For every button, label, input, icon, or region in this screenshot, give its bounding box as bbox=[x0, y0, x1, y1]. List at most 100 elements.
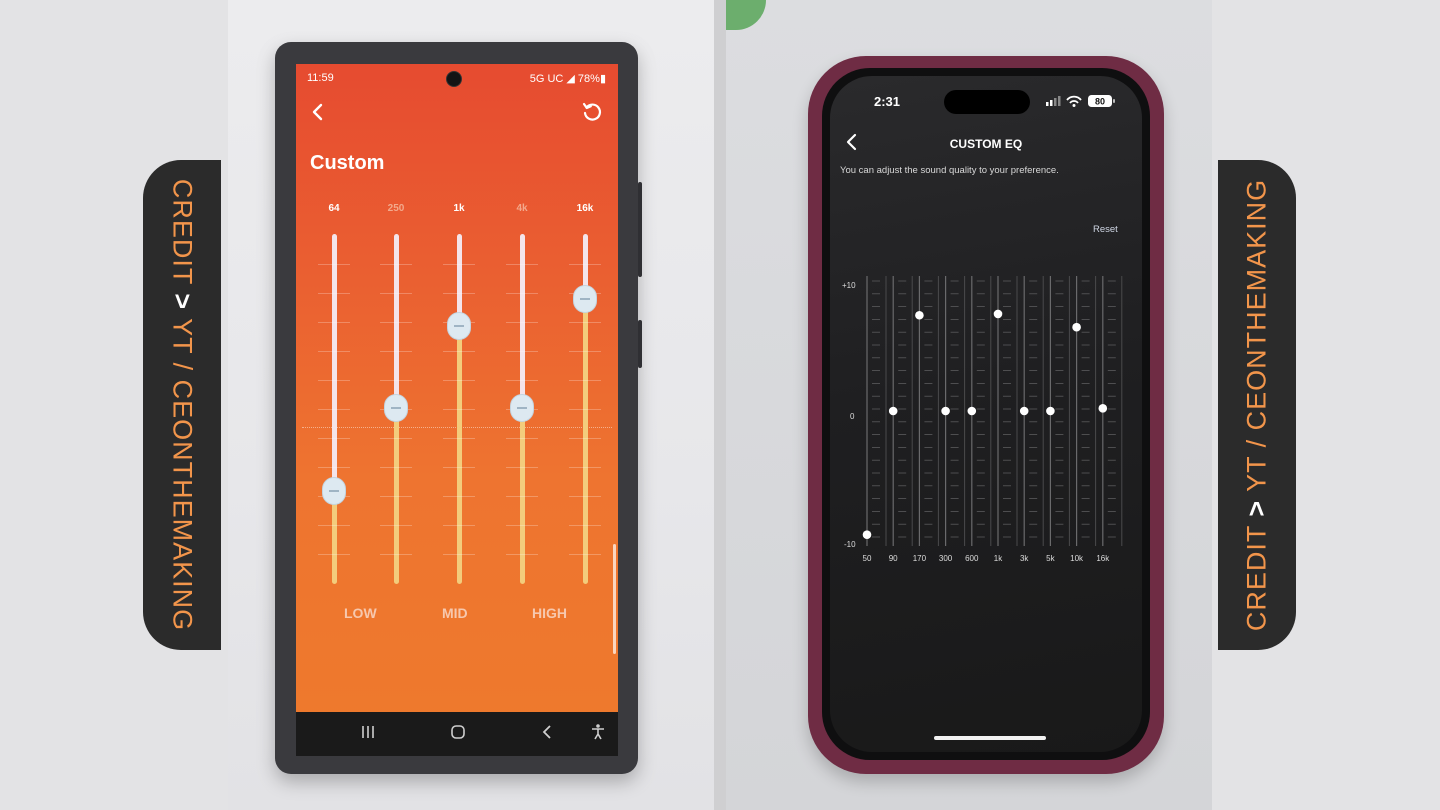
slider-tick bbox=[506, 467, 538, 468]
slider-tick bbox=[318, 409, 350, 410]
slider-tick bbox=[443, 409, 475, 410]
accessibility-icon[interactable] bbox=[584, 722, 612, 746]
credit-text-right: CREDIT > YT / CEONTHEMAKING bbox=[1242, 179, 1273, 631]
slider-tick bbox=[380, 322, 412, 323]
credit-handle: YT / CEONTHEMAKING bbox=[167, 310, 198, 632]
band-freq-label: 16k bbox=[576, 203, 594, 214]
eq-handle-300[interactable] bbox=[941, 406, 950, 416]
navigation-bar bbox=[296, 712, 618, 756]
android-screen: 11:59 5G UC ◢ 78%▮ Custom 64 250 1k 4k 16k L… bbox=[296, 64, 618, 756]
eq-handle-3k[interactable] bbox=[1019, 406, 1029, 416]
slider-tick bbox=[569, 467, 601, 468]
slider-track-upper[interactable] bbox=[393, 234, 399, 408]
slider-track-upper[interactable] bbox=[519, 234, 525, 408]
slider-tick bbox=[569, 525, 601, 526]
slider-tick bbox=[318, 322, 350, 323]
home-indicator[interactable] bbox=[934, 736, 1046, 740]
slider-tick bbox=[318, 351, 350, 352]
credit-arrow: > bbox=[1241, 499, 1272, 517]
credit-arrow: > bbox=[167, 293, 198, 311]
band-freq-label: 64 bbox=[328, 203, 340, 214]
slider-knob-250[interactable] bbox=[384, 394, 408, 422]
y-axis-min: -10 bbox=[844, 540, 856, 549]
credit-banner-left: CREDIT > YT / CEONTHEMAKING bbox=[143, 160, 221, 650]
slider-tick bbox=[569, 496, 601, 497]
slider-tick bbox=[506, 525, 538, 526]
slider-tick bbox=[506, 438, 538, 439]
eq-handle-16k[interactable] bbox=[1098, 404, 1108, 413]
eq-freq-label: 5k bbox=[1046, 554, 1055, 563]
credit-label: CREDIT bbox=[167, 178, 198, 294]
band-freq-label: 4k bbox=[516, 203, 528, 214]
slider-tick bbox=[443, 496, 475, 497]
slider-tick bbox=[318, 554, 350, 555]
volume-button bbox=[638, 182, 642, 277]
eq-handle-5k[interactable] bbox=[1046, 406, 1055, 416]
group-label-high: HIGH bbox=[532, 605, 567, 621]
slider-tick bbox=[380, 554, 412, 555]
recents-icon[interactable] bbox=[354, 722, 382, 746]
eq-freq-label: 170 bbox=[913, 554, 927, 563]
slider-tick bbox=[380, 525, 412, 526]
slider-knob-16k[interactable] bbox=[573, 285, 597, 314]
slider-track-lower[interactable] bbox=[582, 299, 588, 584]
slider-track-lower[interactable] bbox=[456, 325, 462, 584]
credit-label: CREDIT bbox=[1241, 516, 1272, 632]
front-camera bbox=[446, 71, 462, 87]
slider-tick bbox=[506, 293, 538, 294]
status-time: 11:59 bbox=[307, 72, 334, 84]
slider-tick bbox=[506, 496, 538, 497]
eq-handle-10k[interactable] bbox=[1072, 322, 1081, 332]
slider-knob-64[interactable] bbox=[322, 476, 346, 505]
slider-knob-4k[interactable] bbox=[510, 394, 534, 422]
eq-handle-1k[interactable] bbox=[993, 309, 1003, 319]
reset-icon[interactable] bbox=[580, 100, 604, 124]
slider-track-upper[interactable] bbox=[331, 234, 337, 491]
slider-tick bbox=[506, 322, 538, 323]
slider-tick bbox=[380, 293, 412, 294]
slider-tick bbox=[569, 554, 601, 555]
panel-divider bbox=[714, 0, 726, 810]
group-label-low: LOW bbox=[344, 605, 377, 621]
slider-tick bbox=[569, 351, 601, 352]
eq-freq-label: 1k bbox=[994, 554, 1003, 563]
slider-tick bbox=[443, 264, 475, 265]
slider-tick bbox=[318, 467, 350, 468]
credit-text-left: CREDIT > YT / CEONTHEMAKING bbox=[167, 179, 198, 631]
nav-back-icon[interactable] bbox=[534, 722, 562, 746]
slider-tick bbox=[443, 554, 475, 555]
eq-handle-600[interactable] bbox=[967, 406, 977, 416]
band-freq-label: 250 bbox=[387, 203, 405, 214]
slider-tick bbox=[569, 438, 601, 439]
credit-banner-right: CREDIT > YT / CEONTHEMAKING bbox=[1218, 160, 1296, 650]
slider-track-lower[interactable] bbox=[331, 490, 337, 584]
slider-tick bbox=[318, 293, 350, 294]
slider-tick bbox=[380, 496, 412, 497]
scroll-indicator bbox=[613, 544, 616, 654]
slider-tick bbox=[443, 467, 475, 468]
slider-tick bbox=[380, 264, 412, 265]
slider-tick bbox=[380, 380, 412, 381]
slider-tick bbox=[506, 380, 538, 381]
eq-handle-50[interactable] bbox=[862, 530, 872, 539]
y-axis-max: +10 bbox=[842, 281, 856, 290]
slider-tick bbox=[443, 293, 475, 294]
slider-tick bbox=[318, 380, 350, 381]
eq-freq-label: 10k bbox=[1070, 554, 1084, 563]
eq-freq-label: 16k bbox=[1096, 554, 1110, 563]
back-arrow-icon[interactable] bbox=[307, 100, 331, 124]
slider-tick bbox=[443, 380, 475, 381]
group-label-mid: MID bbox=[442, 605, 468, 621]
slider-tick bbox=[506, 554, 538, 555]
ios-screen: 2:31 80 CUSTOM EQ You can adjust the sou… bbox=[830, 76, 1142, 752]
eq-freq-label: 3k bbox=[1020, 554, 1029, 563]
eq-handle-170[interactable] bbox=[915, 310, 924, 320]
eq-handle-90[interactable] bbox=[888, 406, 898, 416]
eq-freq-label: 50 bbox=[863, 554, 872, 563]
home-icon[interactable] bbox=[444, 722, 472, 746]
slider-knob-1k[interactable] bbox=[447, 311, 471, 340]
slider-tick bbox=[380, 351, 412, 352]
phone-bezel: 2:31 80 CUSTOM EQ You can adjust the sou… bbox=[822, 68, 1150, 760]
slider-tick bbox=[318, 525, 350, 526]
slider-tick bbox=[380, 467, 412, 468]
